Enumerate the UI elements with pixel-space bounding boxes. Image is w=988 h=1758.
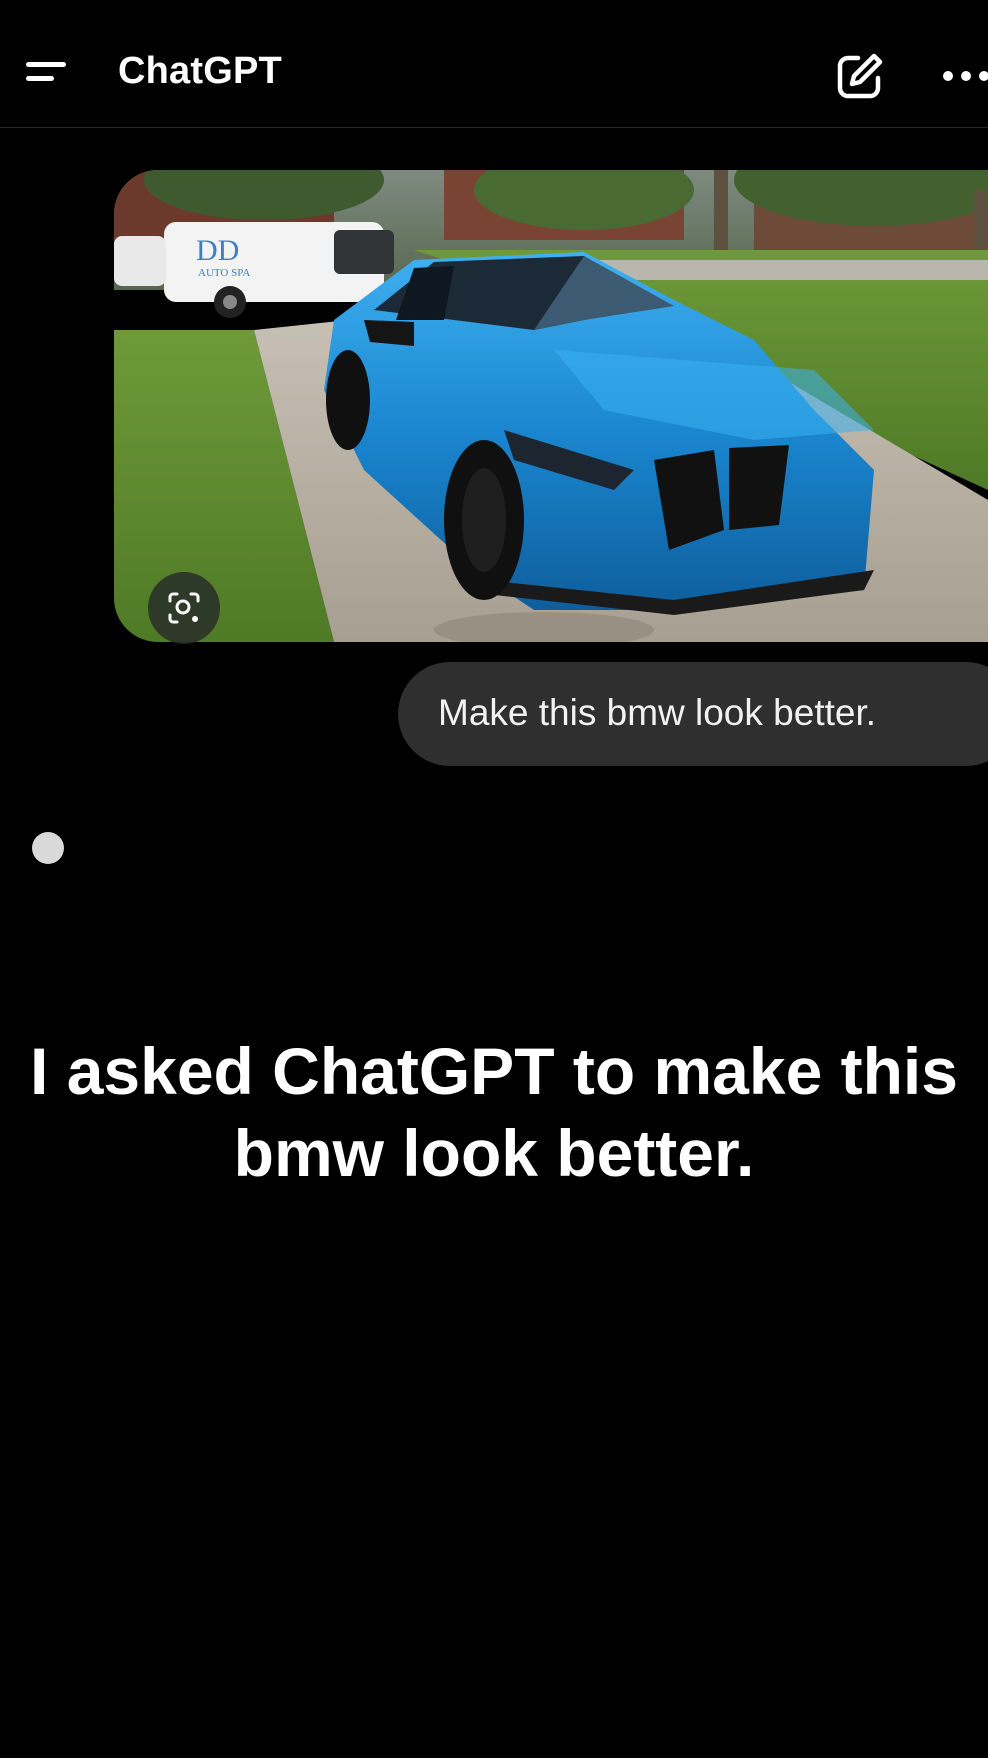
ellipsis-icon[interactable] xyxy=(940,68,988,84)
overlay-caption: I asked ChatGPT to make this bmw look be… xyxy=(30,1034,958,1190)
menu-icon[interactable] xyxy=(22,52,72,82)
van-text: AUTO SPA xyxy=(198,267,250,279)
user-message-text: Make this bmw look better. xyxy=(438,692,877,733)
top-bar: ChatGPT xyxy=(0,0,988,128)
attached-photo[interactable]: DD AUTO SPA xyxy=(114,170,988,642)
edit-icon[interactable] xyxy=(836,52,884,100)
user-message-bubble: Make this bmw look better. xyxy=(398,662,988,766)
van-logo: DD xyxy=(196,234,239,267)
visual-search-icon[interactable] xyxy=(148,572,220,644)
app-title: ChatGPT xyxy=(118,50,282,92)
assistant-typing-indicator xyxy=(32,832,64,864)
